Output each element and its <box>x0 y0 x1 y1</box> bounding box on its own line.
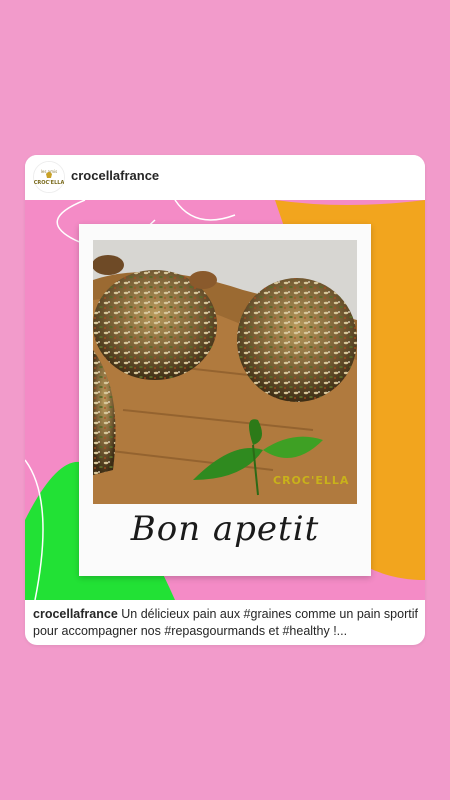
bread-photo: CROC'ELLA <box>93 240 357 504</box>
polaroid-frame: CROC'ELLA Bon apetit <box>79 224 371 576</box>
caption-username[interactable]: crocellafrance <box>33 607 118 621</box>
instagram-post-card: les amis CROC'ELLA crocellafrance CROC'E… <box>25 155 425 645</box>
post-caption[interactable]: crocellafrance Un délicieux pain aux #gr… <box>33 606 421 640</box>
brand-watermark: CROC'ELLA <box>273 474 350 487</box>
post-image[interactable]: CROC'ELLA Bon apetit <box>25 200 425 600</box>
bon-apetit-text: Bon apetit <box>130 509 320 549</box>
seed-bread-image <box>93 240 357 504</box>
crocella-logo-icon: les amis CROC'ELLA <box>34 162 64 192</box>
svg-text:CROC'ELLA: CROC'ELLA <box>34 180 64 186</box>
post-header: les amis CROC'ELLA crocellafrance <box>25 155 425 200</box>
profile-avatar[interactable]: les amis CROC'ELLA <box>33 161 65 193</box>
post-username[interactable]: crocellafrance <box>71 168 159 183</box>
